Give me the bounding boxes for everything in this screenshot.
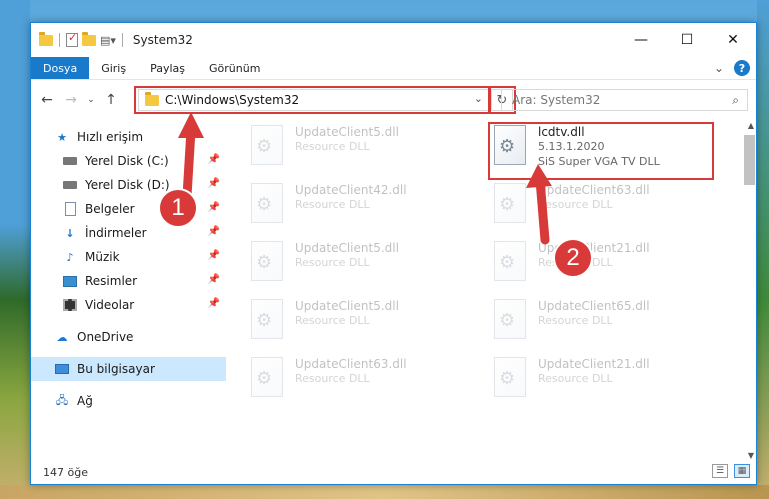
- callout-badge-2: 2: [553, 238, 593, 278]
- callout-badge-1: 1: [158, 188, 198, 228]
- callout-arrow-1: [178, 112, 552, 245]
